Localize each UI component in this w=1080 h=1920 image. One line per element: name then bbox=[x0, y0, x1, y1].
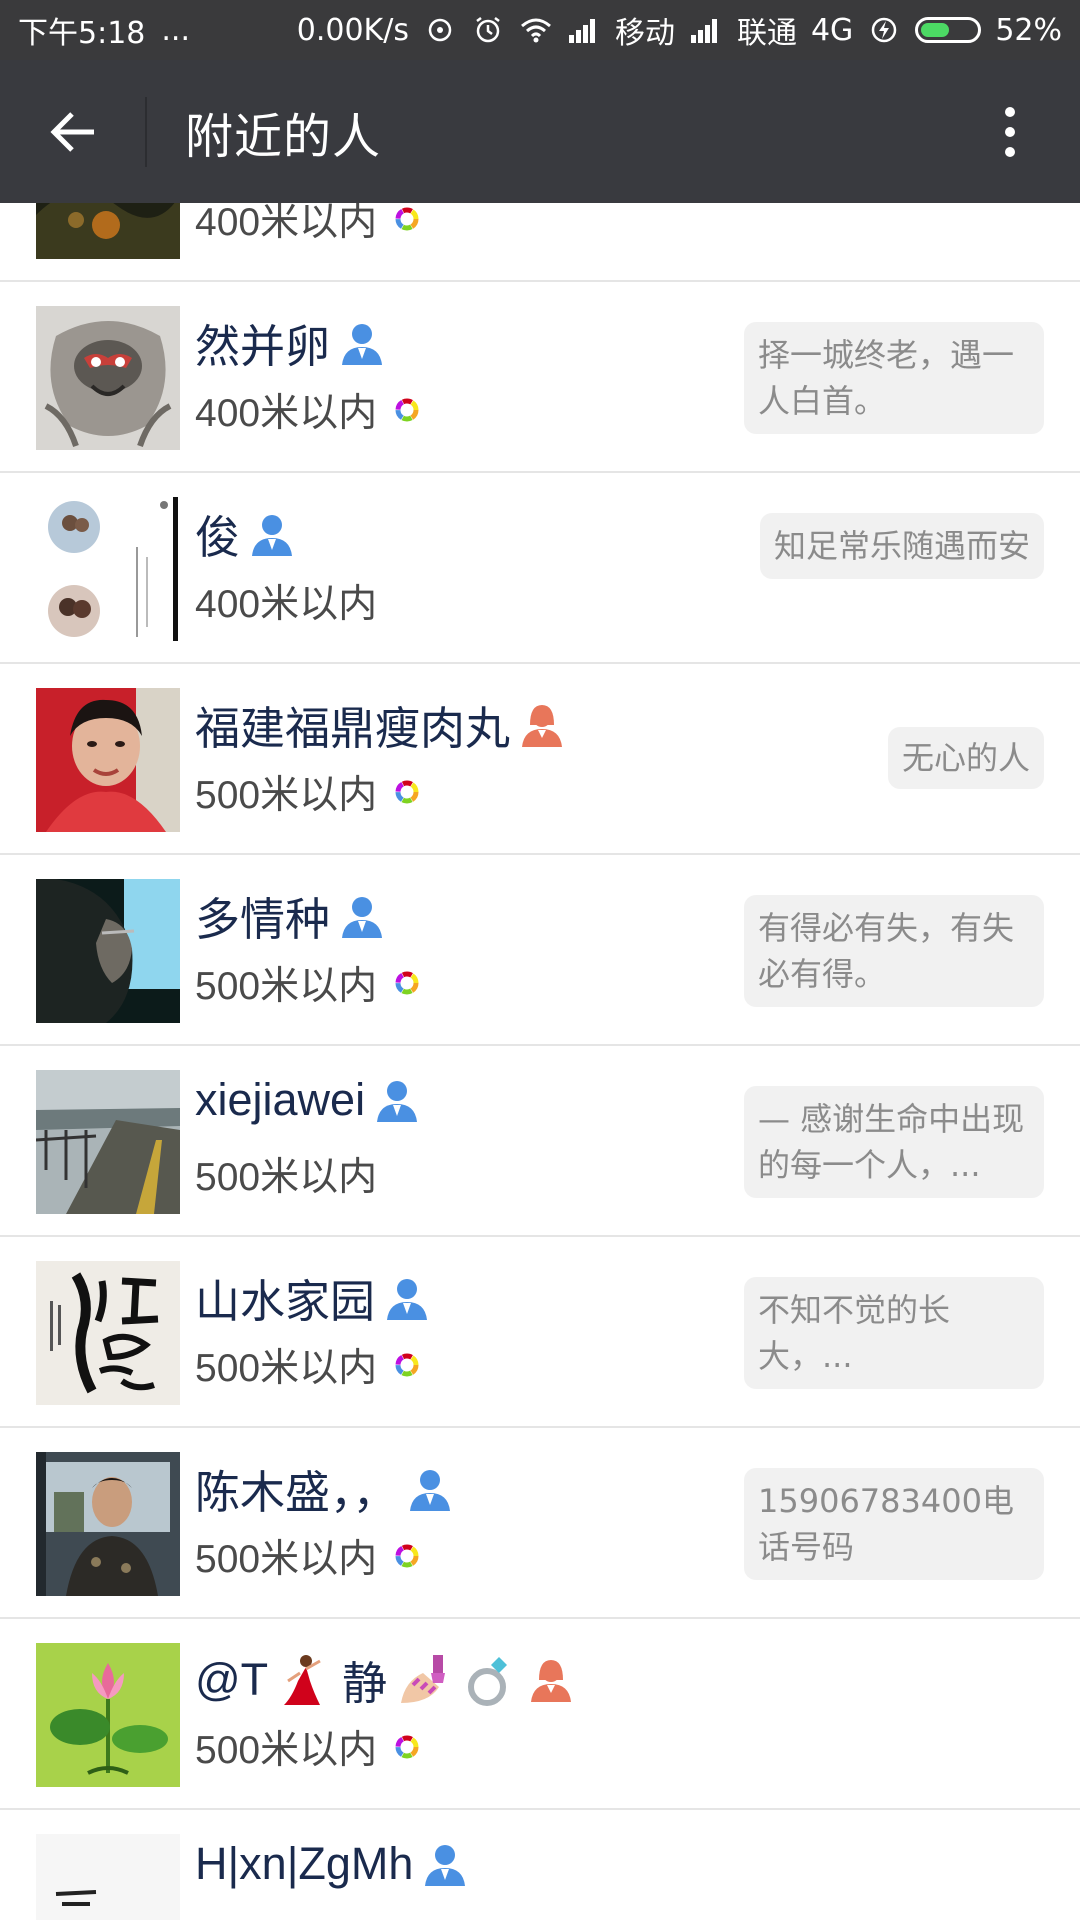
more-options-button[interactable] bbox=[940, 60, 1080, 203]
avatar bbox=[36, 1452, 180, 1596]
carrier-mobile: 移动 bbox=[614, 16, 675, 51]
moments-wheel-icon bbox=[395, 971, 419, 995]
moments-wheel-icon bbox=[395, 398, 419, 422]
user-name-part: 静 bbox=[342, 1658, 388, 1709]
moments-wheel-icon bbox=[395, 1544, 419, 1568]
battery-percent: 52% bbox=[995, 12, 1062, 48]
male-icon bbox=[377, 1081, 418, 1122]
status-more: ... bbox=[161, 12, 190, 48]
moments-wheel-icon bbox=[395, 1735, 419, 1759]
list-item[interactable]: 俊 400米以内 知足常乐随遇而安 bbox=[0, 473, 1080, 664]
more-vertical-icon bbox=[1005, 106, 1015, 117]
user-name: 陈木盛，， bbox=[195, 1467, 398, 1518]
avatar bbox=[36, 879, 180, 1023]
battery-level bbox=[921, 23, 950, 37]
wifi-icon bbox=[520, 18, 551, 43]
male-icon bbox=[409, 1469, 450, 1511]
back-button[interactable] bbox=[0, 60, 145, 203]
list-item[interactable]: @T 静 500米以内 bbox=[0, 1619, 1080, 1810]
distance: 500米以内 bbox=[195, 965, 378, 1008]
avatar bbox=[36, 497, 180, 641]
moments-wheel-icon bbox=[395, 780, 419, 804]
hotspot-icon bbox=[428, 18, 452, 42]
signal-icon bbox=[568, 19, 595, 43]
signature-bubble: 不知不觉的长大，... bbox=[744, 1277, 1044, 1389]
battery-icon bbox=[915, 17, 982, 43]
list-item[interactable]: xiejiawei 500米以内 — 感谢生命中出现的每一个人，... bbox=[0, 1046, 1080, 1237]
distance: 500米以内 bbox=[195, 1538, 378, 1581]
female-icon bbox=[531, 1659, 572, 1702]
list-item[interactable]: 陈木盛，， 500米以内 15906783400电话号码 bbox=[0, 1428, 1080, 1619]
list-item[interactable]: 山水家园 500米以内 不知不觉的长大，... bbox=[0, 1237, 1080, 1428]
dancer-emoji-icon bbox=[284, 1654, 321, 1705]
list-item[interactable]: H|xn|ZgMh bbox=[0, 1810, 1080, 1920]
carrier-unicom: 联通 bbox=[736, 16, 797, 51]
male-icon bbox=[425, 1845, 466, 1886]
moments-wheel-icon bbox=[395, 1353, 419, 1377]
avatar bbox=[36, 1834, 180, 1920]
moments-wheel-icon bbox=[395, 207, 419, 231]
charging-icon bbox=[872, 17, 897, 43]
distance: 400米以内 bbox=[195, 583, 378, 626]
network-type: 4G bbox=[810, 12, 854, 48]
toolbar-divider bbox=[145, 96, 147, 167]
male-icon bbox=[387, 1278, 428, 1320]
list-item[interactable]: 400米以内 bbox=[0, 203, 1080, 282]
male-icon bbox=[342, 323, 383, 365]
distance: 500米以内 bbox=[195, 1347, 378, 1390]
signature-bubble: 有得必有失，有失必有得。 bbox=[744, 895, 1044, 1007]
avatar bbox=[36, 1070, 180, 1214]
signal-icon bbox=[690, 19, 717, 43]
avatar bbox=[36, 1261, 180, 1405]
avatar bbox=[36, 203, 180, 259]
user-name: @T bbox=[195, 1653, 269, 1705]
user-name: 福建福鼎瘦肉丸 bbox=[195, 703, 511, 754]
distance: 400米以内 bbox=[195, 203, 378, 244]
status-time: 下午5:18 bbox=[18, 16, 146, 51]
signature-bubble: 无心的人 bbox=[887, 727, 1044, 789]
male-icon bbox=[342, 896, 383, 938]
avatar bbox=[36, 1643, 180, 1787]
user-name: 山水家园 bbox=[195, 1276, 376, 1327]
user-name: 俊 bbox=[195, 512, 241, 563]
network-speed: 0.00K/s bbox=[296, 12, 409, 48]
list-item[interactable]: 福建福鼎瘦肉丸 500米以内 无心的人 bbox=[0, 664, 1080, 855]
signature-bubble: — 感谢生命中出现的每一个人，... bbox=[744, 1086, 1044, 1198]
list-item[interactable]: 多情种 500米以内 有得必有失，有失必有得。 bbox=[0, 855, 1080, 1046]
signature-bubble: 15906783400电话号码 bbox=[744, 1468, 1044, 1580]
signature-bubble: 知足常乐随遇而安 bbox=[759, 513, 1044, 579]
user-name: 然并卵 bbox=[195, 321, 331, 372]
distance: 500米以内 bbox=[195, 1156, 378, 1199]
list-item[interactable]: 然并卵 400米以内 择一城终老，遇一人白首。 bbox=[0, 282, 1080, 473]
avatar bbox=[36, 688, 180, 832]
distance: 500米以内 bbox=[195, 774, 378, 817]
user-name: H|xn|ZgMh bbox=[195, 1838, 414, 1889]
user-name: 多情种 bbox=[195, 894, 331, 945]
ring-emoji-icon bbox=[468, 1656, 508, 1706]
signature-bubble: 择一城终老，遇一人白首。 bbox=[744, 322, 1044, 434]
distance: 500米以内 bbox=[195, 1729, 378, 1772]
female-icon bbox=[522, 704, 563, 747]
page-title: 附近的人 bbox=[185, 108, 382, 165]
nearby-people-list[interactable]: 400米以内 然并卵 400米以内 择一城终老，遇一人白首。 俊 400米以内 … bbox=[0, 203, 1080, 1920]
distance: 400米以内 bbox=[195, 392, 378, 435]
male-icon bbox=[252, 514, 293, 556]
avatar bbox=[36, 306, 180, 450]
status-bar: 下午5:18 ... 0.00K/s 移动 联通 4G 52% bbox=[0, 0, 1080, 60]
alarm-icon bbox=[476, 17, 500, 43]
arrow-left-icon bbox=[49, 111, 94, 152]
user-name: xiejiawei bbox=[195, 1074, 366, 1125]
nail-polish-emoji-icon bbox=[401, 1654, 446, 1703]
toolbar: 附近的人 bbox=[0, 60, 1080, 203]
